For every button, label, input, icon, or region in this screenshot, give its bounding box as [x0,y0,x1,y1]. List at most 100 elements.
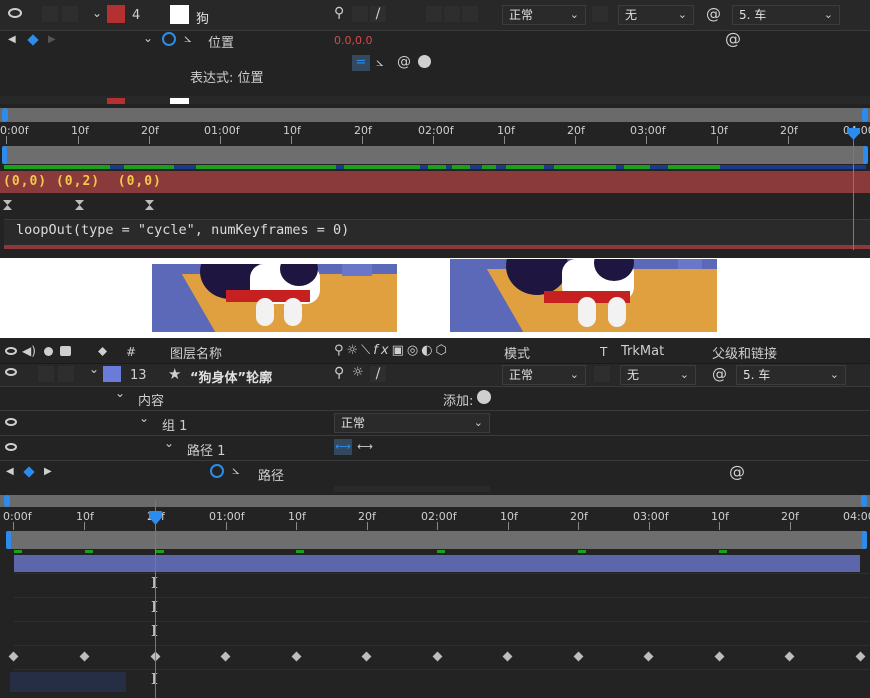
property-value[interactable]: 0.0,0.0 [334,34,372,47]
hold-keyframe-icon[interactable] [145,200,154,210]
layer-name[interactable]: 狗 [196,8,209,27]
mode-dropdown[interactable]: 正常 ⌄ [502,365,586,385]
expression-pickwhip-icon[interactable]: @ [397,54,411,70]
graph-icon[interactable]: ⦣ [184,31,191,46]
switch-box[interactable] [444,6,460,22]
solo-box[interactable] [62,6,78,22]
path-direction-reverse-icon[interactable]: ⟷ [356,439,374,455]
group-mode-dropdown[interactable]: 正常 ⌄ [334,413,490,433]
keyframe-diamond[interactable] [8,651,19,662]
shy-icon[interactable]: ⚲ [334,365,344,381]
pickwhip-icon[interactable]: @ [712,365,727,383]
label-color-swatch[interactable] [107,5,125,23]
eye-icon[interactable] [5,443,17,451]
quality-slash-icon[interactable]: / [370,366,386,382]
eye-icon[interactable] [5,418,17,426]
mode-dropdown[interactable]: 正常 ⌄ [502,5,586,25]
layer-duration-bar[interactable] [8,531,864,549]
expression-enable-icon[interactable]: = [352,55,370,71]
audio-box[interactable] [42,6,58,22]
collapse-icon[interactable]: ☼ [352,365,364,380]
keyframe-diamond[interactable] [432,651,443,662]
switch-box[interactable] [426,6,442,22]
work-area-start-handle[interactable] [4,495,10,507]
eye-icon[interactable] [8,8,22,18]
add-menu-icon[interactable] [477,390,491,404]
chevron-down-icon[interactable]: ⌄ [164,436,174,450]
hold-keyframe-icon[interactable] [3,200,12,210]
keyframe-diamond[interactable] [855,651,866,662]
graph-icon[interactable]: ⦣ [232,463,239,478]
keyframe-diamond[interactable] [502,651,513,662]
top-layer-row[interactable]: ⌄ 4 狗 ⚲ / 正常 ⌄ 无 ⌄ @ 5. 车 ⌄ [0,0,870,30]
work-area-end-handle[interactable] [861,495,867,507]
keyframe-diamond[interactable] [291,651,302,662]
trkmat-dropdown[interactable]: 无 ⌄ [618,5,694,25]
next-keyframe-icon[interactable]: ▶ [48,34,56,45]
trkmat-dropdown[interactable]: 无 ⌄ [620,365,696,385]
keyframe-toggle-icon[interactable] [23,466,35,478]
expression-menu-icon[interactable] [418,55,431,68]
switch-box[interactable] [462,6,478,22]
layer-row[interactable]: ⌄ 13 ★ “狗身体”轮廓 ⚲ ☼ / 正常 ⌄ 无 ⌄ @ 5. 车 ⌄ [0,362,870,386]
expression-graph-icon[interactable]: ⦣ [376,55,383,70]
work-area-bar[interactable] [0,108,870,122]
chevron-down-icon[interactable]: ⌄ [115,386,125,400]
position-property-row[interactable]: ◀ ▶ ⌄ ⦣ 位置 0.0,0.0 @ [0,29,870,54]
contents-row[interactable]: ⌄ 内容 添加: [0,386,870,410]
time-ruler[interactable]: 0:00f 10f 20f 01:00f 10f 20f 02:00f 10f … [0,122,870,144]
eye-icon[interactable] [5,368,17,376]
keyframe-toggle-icon[interactable] [27,34,39,46]
shy-icon[interactable]: ⚲ [334,5,344,21]
next-keyframe-icon[interactable]: ▶ [44,466,52,477]
path-property-row[interactable]: ◀ ▶ ⦣ 路径 @ [0,461,870,485]
duration-start-handle[interactable] [2,146,7,164]
layer-duration-bar[interactable] [4,146,866,164]
keyframe-diamond[interactable] [79,651,90,662]
layer-track-bar[interactable] [14,555,860,572]
spiral-icon[interactable]: @ [725,29,741,48]
quality-slash-icon[interactable]: / [370,6,386,22]
label-color-swatch[interactable] [103,366,121,382]
preserve-box[interactable] [592,6,608,22]
chevron-down-icon[interactable]: ⌄ [143,31,153,45]
duration-start-handle[interactable] [6,531,11,549]
preserve-box[interactable] [594,366,610,382]
time-ruler[interactable]: 0:00f 10f 20f 01:00f 10f 20f 02:00f 10f … [0,508,870,530]
duration-end-handle[interactable] [863,146,868,164]
work-area-start-handle[interactable] [2,108,8,122]
mode-header[interactable]: 模式 [504,343,530,362]
collapse-box[interactable] [352,6,368,22]
keyframe-diamond[interactable] [573,651,584,662]
keyframe-diamond[interactable] [361,651,372,662]
keyframe-diamond[interactable] [643,651,654,662]
pickwhip-icon[interactable]: @ [706,5,721,23]
chevron-down-icon[interactable]: ⌄ [89,362,99,376]
path-direction-icon[interactable]: ⟷ [334,439,352,455]
work-area-end-handle[interactable] [862,108,868,122]
keyframe-diamond[interactable] [714,651,725,662]
expression-text[interactable]: loopOut(type = "cycle", numKeyframes = 0… [16,222,349,238]
path-group-row[interactable]: ⌄ 路径 1 ⟷ ⟷ [0,436,870,460]
prev-keyframe-icon[interactable]: ◀ [8,34,16,45]
group-row[interactable]: ⌄ 组 1 正常 ⌄ [0,411,870,435]
audio-box[interactable] [38,366,54,382]
prev-keyframe-icon[interactable]: ◀ [6,466,14,477]
parent-header[interactable]: 父级和链接 [712,343,777,362]
stopwatch-icon[interactable] [210,464,224,478]
chevron-down-icon[interactable]: ⌄ [92,6,102,20]
chevron-down-icon[interactable]: ⌄ [139,411,149,425]
trkmat-header[interactable]: TrkMat [621,344,664,359]
layer-name[interactable]: “狗身体”轮廓 [190,367,272,386]
duration-end-handle[interactable] [862,531,867,549]
hold-keyframe-icon[interactable] [75,200,84,210]
parent-dropdown[interactable]: 5. 车 ⌄ [736,365,846,385]
stopwatch-icon[interactable] [162,32,176,46]
spiral-icon[interactable]: @ [729,462,745,481]
keyframe-diamond[interactable] [220,651,231,662]
solo-box[interactable] [58,366,74,382]
layer-name-header[interactable]: 图层名称 [170,343,222,362]
parent-dropdown[interactable]: 5. 车 ⌄ [732,5,840,25]
work-area-bar[interactable] [0,495,870,507]
keyframe-diamond[interactable] [784,651,795,662]
